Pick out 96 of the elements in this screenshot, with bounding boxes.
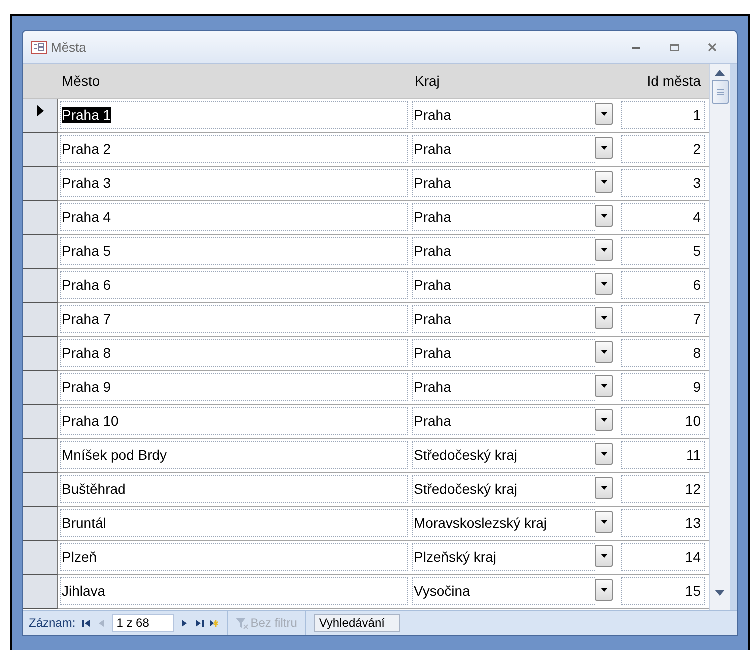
caret-icon [600,316,608,320]
column-header[interactable]: Id města [620,64,707,98]
dropdown-button[interactable] [595,443,613,465]
table-cell[interactable]: 12 [621,475,705,503]
table-cell[interactable]: Praha 1 [60,101,408,129]
form-icon [31,40,47,54]
column-header[interactable]: Kraj [411,64,620,98]
table-cell[interactable]: Praha 7 [60,305,408,333]
close-icon[interactable] [708,42,716,52]
table-cell[interactable]: Praha 9 [60,373,408,401]
caret-icon [600,588,608,592]
table-cell[interactable]: Buštěhrad [60,475,408,503]
combo-field[interactable]: Praha [412,135,595,163]
dropdown-button[interactable] [595,341,613,363]
new-record-icon[interactable] [210,618,219,628]
caret-icon [600,146,608,150]
combo-field[interactable]: Praha [412,203,595,231]
scrollbar-thumb[interactable] [712,80,728,104]
combo-field[interactable]: Středočeský kraj [412,441,595,469]
caret-icon [600,554,608,558]
window-title: Města [51,40,88,54]
scroll-down-icon[interactable] [715,590,725,596]
table-cell[interactable]: 15 [621,577,705,605]
table-cell[interactable]: Praha 4 [60,203,408,231]
caret-icon [600,112,608,116]
minimize-icon[interactable] [632,46,640,48]
dropdown-button[interactable] [595,511,613,533]
table-cell[interactable]: 11 [621,441,705,469]
table-cell[interactable]: 9 [621,373,705,401]
dropdown-button[interactable] [595,137,613,159]
table-cell[interactable]: Bruntál [60,509,408,537]
record-label: Záznam: [29,616,76,630]
combo-field[interactable]: Praha [412,373,595,401]
combo-field[interactable]: Moravskoslezský kraj [412,509,595,537]
filter-icon [236,618,248,628]
caret-icon [600,520,608,524]
maximize-icon[interactable] [670,44,678,50]
table-cell[interactable]: 1 [621,101,705,129]
table-cell[interactable]: 14 [621,543,705,571]
combo-field[interactable]: Středočeský kraj [412,475,595,503]
table-cell[interactable]: Praha 6 [60,271,408,299]
dropdown-button[interactable] [595,545,613,567]
table-cell[interactable]: 7 [621,305,705,333]
combo-field[interactable]: Praha [412,169,595,197]
dropdown-button[interactable] [595,273,613,295]
combo-field[interactable]: Praha [412,271,595,299]
table-cell[interactable]: Praha 10 [60,407,408,435]
column-header[interactable]: Město [58,64,411,98]
table-cell[interactable]: 10 [621,407,705,435]
caret-icon [600,214,608,218]
table-cell[interactable]: 8 [621,339,705,367]
caret-icon [600,180,608,184]
dropdown-button[interactable] [595,171,613,193]
caret-icon [600,384,608,388]
caret-icon [600,282,608,286]
combo-field[interactable]: Plzeňský kraj [412,543,595,571]
combo-field[interactable]: Vysočina [412,577,595,605]
dropdown-button[interactable] [595,409,613,431]
table-cell[interactable]: Plzeň [60,543,408,571]
table-cell[interactable]: Mníšek pod Brdy [60,441,408,469]
record-selector[interactable] [23,99,58,133]
combo-field[interactable]: Praha [412,237,595,265]
table-cell[interactable]: 13 [621,509,705,537]
table-cell[interactable]: Praha 5 [60,237,408,265]
table-cell[interactable]: Praha 2 [60,135,408,163]
dropdown-button[interactable] [595,239,613,261]
dropdown-button[interactable] [595,375,613,397]
dropdown-button[interactable] [595,205,613,227]
next-record-icon[interactable] [180,618,189,628]
caret-icon [600,248,608,252]
table-cell[interactable]: 3 [621,169,705,197]
combo-field[interactable]: Praha [412,305,595,333]
caret-icon [600,418,608,422]
caret-icon [600,350,608,354]
combo-field[interactable]: Praha [412,101,595,129]
caret-icon [600,452,608,456]
caret-icon [600,486,608,490]
dropdown-button[interactable] [595,103,613,125]
table-cell[interactable]: 2 [621,135,705,163]
table-cell[interactable]: Praha 8 [60,339,408,367]
current-record-icon [36,105,44,117]
search-field[interactable]: Vyhledávání [314,614,400,632]
first-record-icon[interactable] [82,618,91,628]
table-cell[interactable]: Jihlava [60,577,408,605]
scroll-up-icon[interactable] [715,70,725,76]
table-cell[interactable]: 5 [621,237,705,265]
record-position-field[interactable]: 1 z 68 [112,614,174,632]
dropdown-button[interactable] [595,579,613,601]
table-cell[interactable]: Praha 3 [60,169,408,197]
table-cell[interactable]: 4 [621,203,705,231]
combo-field[interactable]: Praha [412,339,595,367]
dropdown-button[interactable] [595,477,613,499]
combo-field[interactable]: Praha [412,407,595,435]
dropdown-button[interactable] [595,307,613,329]
last-record-icon[interactable] [194,618,204,628]
table-cell[interactable]: 6 [621,271,705,299]
